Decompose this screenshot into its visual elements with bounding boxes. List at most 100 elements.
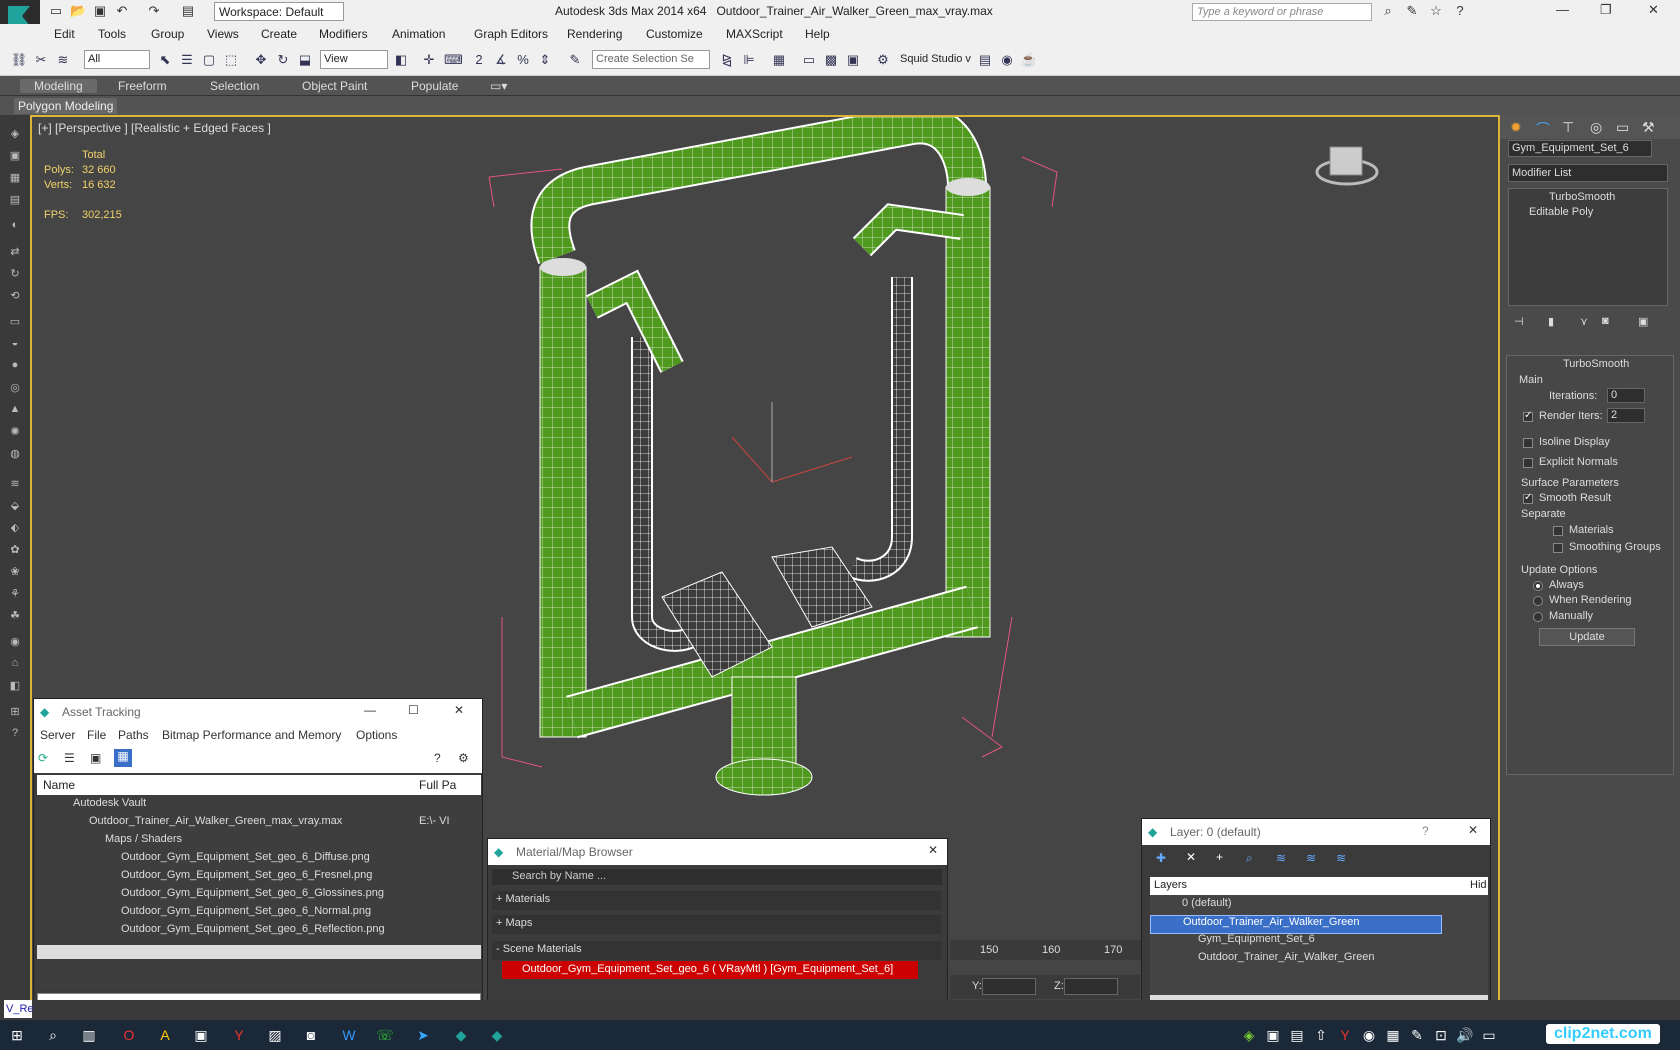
motion-tab-icon[interactable]: ◎ <box>1590 119 1602 136</box>
object-name-field[interactable]: Gym_Equipment_Set_6 <box>1508 140 1652 157</box>
tool-icon-24[interactable]: ⊞ <box>7 705 23 719</box>
tab-selection[interactable]: Selection <box>210 79 259 93</box>
menu-tools[interactable]: Tools <box>98 27 126 41</box>
render-iters-checkbox[interactable] <box>1523 410 1533 422</box>
manually-radio[interactable] <box>1533 612 1543 622</box>
material-browser-titlebar[interactable]: ◆ Material/Map Browser ✕ <box>488 839 947 865</box>
menu-modifiers[interactable]: Modifiers <box>319 27 368 41</box>
thumbnail-icon[interactable]: ▣ <box>90 751 101 765</box>
sun-icon[interactable]: ✺ <box>7 425 23 439</box>
maximize-icon[interactable]: ☐ <box>408 703 419 717</box>
dome-icon[interactable]: ◒ <box>7 337 23 351</box>
settings-icon[interactable]: ⚙ <box>458 751 469 765</box>
tool-icon-2[interactable]: ▣ <box>7 149 23 163</box>
menu-graph-editors[interactable]: Graph Editors <box>474 27 548 41</box>
game-icon[interactable]: ◙ <box>302 1026 320 1044</box>
percent-snap-icon[interactable]: % <box>514 51 532 69</box>
new-file-icon[interactable]: ▭ <box>48 3 64 19</box>
render-iters-spinner[interactable]: 2 <box>1607 408 1645 423</box>
select-layer-icon[interactable]: ⌕ <box>1246 851 1253 866</box>
add-to-layer-icon[interactable]: + <box>1216 850 1223 864</box>
tray-icon-3[interactable]: ▤ <box>1288 1026 1306 1044</box>
hierarchy-tab-icon[interactable]: ⊤ <box>1562 119 1574 136</box>
tab-populate[interactable]: Populate <box>411 79 458 93</box>
display-tab-icon[interactable]: ▭ <box>1616 119 1629 136</box>
mirror-icon[interactable]: ⧎ <box>718 51 736 69</box>
named-selection-dropdown[interactable]: Create Selection Se <box>592 50 710 69</box>
stack-item-editable-poly[interactable]: Editable Poly <box>1509 206 1667 225</box>
light-icon[interactable]: ◍ <box>7 447 23 461</box>
tools-icon[interactable]: ✎ <box>1404 3 1420 19</box>
maximize-icon[interactable]: ❐ <box>1600 2 1612 18</box>
horizontal-scrollbar[interactable] <box>37 945 481 959</box>
tool-icon-14[interactable]: ≋ <box>7 477 23 491</box>
materials-checkbox[interactable] <box>1553 526 1563 536</box>
tray-icon-2[interactable]: ▣ <box>1264 1026 1282 1044</box>
tool-icon-17[interactable]: ✿ <box>7 543 23 557</box>
search-icon[interactable]: ⌕ <box>44 1026 62 1044</box>
materials-group[interactable]: + Materials <box>492 891 941 910</box>
tray-icon-9[interactable]: ⊡ <box>1432 1026 1450 1044</box>
curve-editor-icon[interactable]: ▭ <box>800 51 818 69</box>
window-crossing-icon[interactable]: ⬚ <box>222 51 240 69</box>
help-icon[interactable]: ? <box>1452 3 1468 19</box>
col-layers[interactable]: Layers <box>1154 879 1187 891</box>
menu-help[interactable]: Help <box>805 27 830 41</box>
list-view-icon[interactable]: ☰ <box>64 751 75 765</box>
unlink-icon[interactable]: ✂ <box>32 51 50 69</box>
col-hide[interactable]: Hid <box>1470 879 1487 891</box>
link-icon[interactable]: ⛓ <box>10 51 28 69</box>
material-editor-icon[interactable]: ▣ <box>844 51 862 69</box>
maxscript-listener-field[interactable]: V_Re <box>4 1000 34 1018</box>
hide-all-icon[interactable]: ≋ <box>1306 851 1316 865</box>
snap-icon[interactable]: 2 <box>470 51 488 69</box>
asset-row-fresnel[interactable]: Outdoor_Gym_Equipment_Set_geo_6_Fresnel.… <box>37 869 481 888</box>
start-icon[interactable]: ⊞ <box>8 1026 26 1044</box>
asset-row-glossines[interactable]: Outdoor_Gym_Equipment_Set_geo_6_Glossine… <box>37 887 481 906</box>
move-icon[interactable]: ✥ <box>252 51 270 69</box>
layer-row-walker-object[interactable]: Outdoor_Trainer_Air_Walker_Green <box>1150 951 1488 970</box>
align-icon[interactable]: ⊫ <box>740 51 758 69</box>
telegram-icon[interactable]: ➤ <box>414 1026 432 1044</box>
open-file-icon[interactable]: 📂 <box>70 3 86 19</box>
tool-icon-16[interactable]: ⬖ <box>7 521 23 535</box>
select-manipulate-icon[interactable]: ✛ <box>420 51 438 69</box>
close-icon[interactable]: ✕ <box>928 843 938 857</box>
binoculars-icon[interactable]: ⌕ <box>1380 3 1396 19</box>
new-layer-icon[interactable]: ✚ <box>1156 851 1166 865</box>
close-icon[interactable]: ✕ <box>1468 823 1478 837</box>
menu-customize[interactable]: Customize <box>646 27 703 41</box>
asset-tracking-titlebar[interactable]: ◆ Asset Tracking — ☐ ✕ <box>34 699 482 725</box>
col-path[interactable]: Full Pa <box>419 778 456 792</box>
menu-animation[interactable]: Animation <box>392 27 445 41</box>
explicit-normals-checkbox[interactable] <box>1523 458 1533 468</box>
asset-row-max[interactable]: Outdoor_Trainer_Air_Walker_Green_max_vra… <box>37 815 481 834</box>
tool-icon-1[interactable]: ◈ <box>7 127 23 141</box>
y-coordinate-field[interactable] <box>982 978 1036 995</box>
schematic-view-icon[interactable]: ▩ <box>822 51 840 69</box>
reference-coord-dropdown[interactable]: View <box>320 50 388 69</box>
smoothing-groups-checkbox[interactable] <box>1553 543 1563 553</box>
layer-row-gym-set[interactable]: Gym_Equipment_Set_6 <box>1150 933 1488 952</box>
isoline-checkbox[interactable] <box>1523 438 1533 448</box>
when-rendering-radio[interactable] <box>1533 596 1543 606</box>
sphere-icon[interactable]: ● <box>7 359 23 373</box>
tool-icon-21[interactable]: ◉ <box>7 635 23 649</box>
undo-icon[interactable]: ↶ <box>114 3 130 19</box>
tray-icon-8[interactable]: ✎ <box>1408 1026 1426 1044</box>
rotate-icon[interactable]: ↻ <box>274 51 292 69</box>
menu-views[interactable]: Views <box>207 27 239 41</box>
scene-materials-group[interactable]: - Scene Materials <box>492 941 941 960</box>
pin-stack-icon[interactable]: ⊣ <box>1514 315 1524 328</box>
3dsmax-icon-2[interactable]: ◆ <box>488 1026 506 1044</box>
menu-create[interactable]: Create <box>261 27 297 41</box>
update-button[interactable]: Update <box>1539 628 1635 646</box>
menu-maxscript[interactable]: MAXScript <box>726 27 783 41</box>
scene-material-item[interactable]: Outdoor_Gym_Equipment_Set_geo_6 ( VRayMt… <box>502 961 918 979</box>
configure-modifier-icon[interactable]: ▣ <box>1638 315 1648 328</box>
menu-edit[interactable]: Edit <box>54 27 75 41</box>
torus-icon[interactable]: ◎ <box>7 381 23 395</box>
table-view-icon[interactable]: ▦ <box>114 749 132 767</box>
scale-icon[interactable]: ⬓ <box>296 51 314 69</box>
word-icon[interactable]: W <box>340 1026 358 1044</box>
